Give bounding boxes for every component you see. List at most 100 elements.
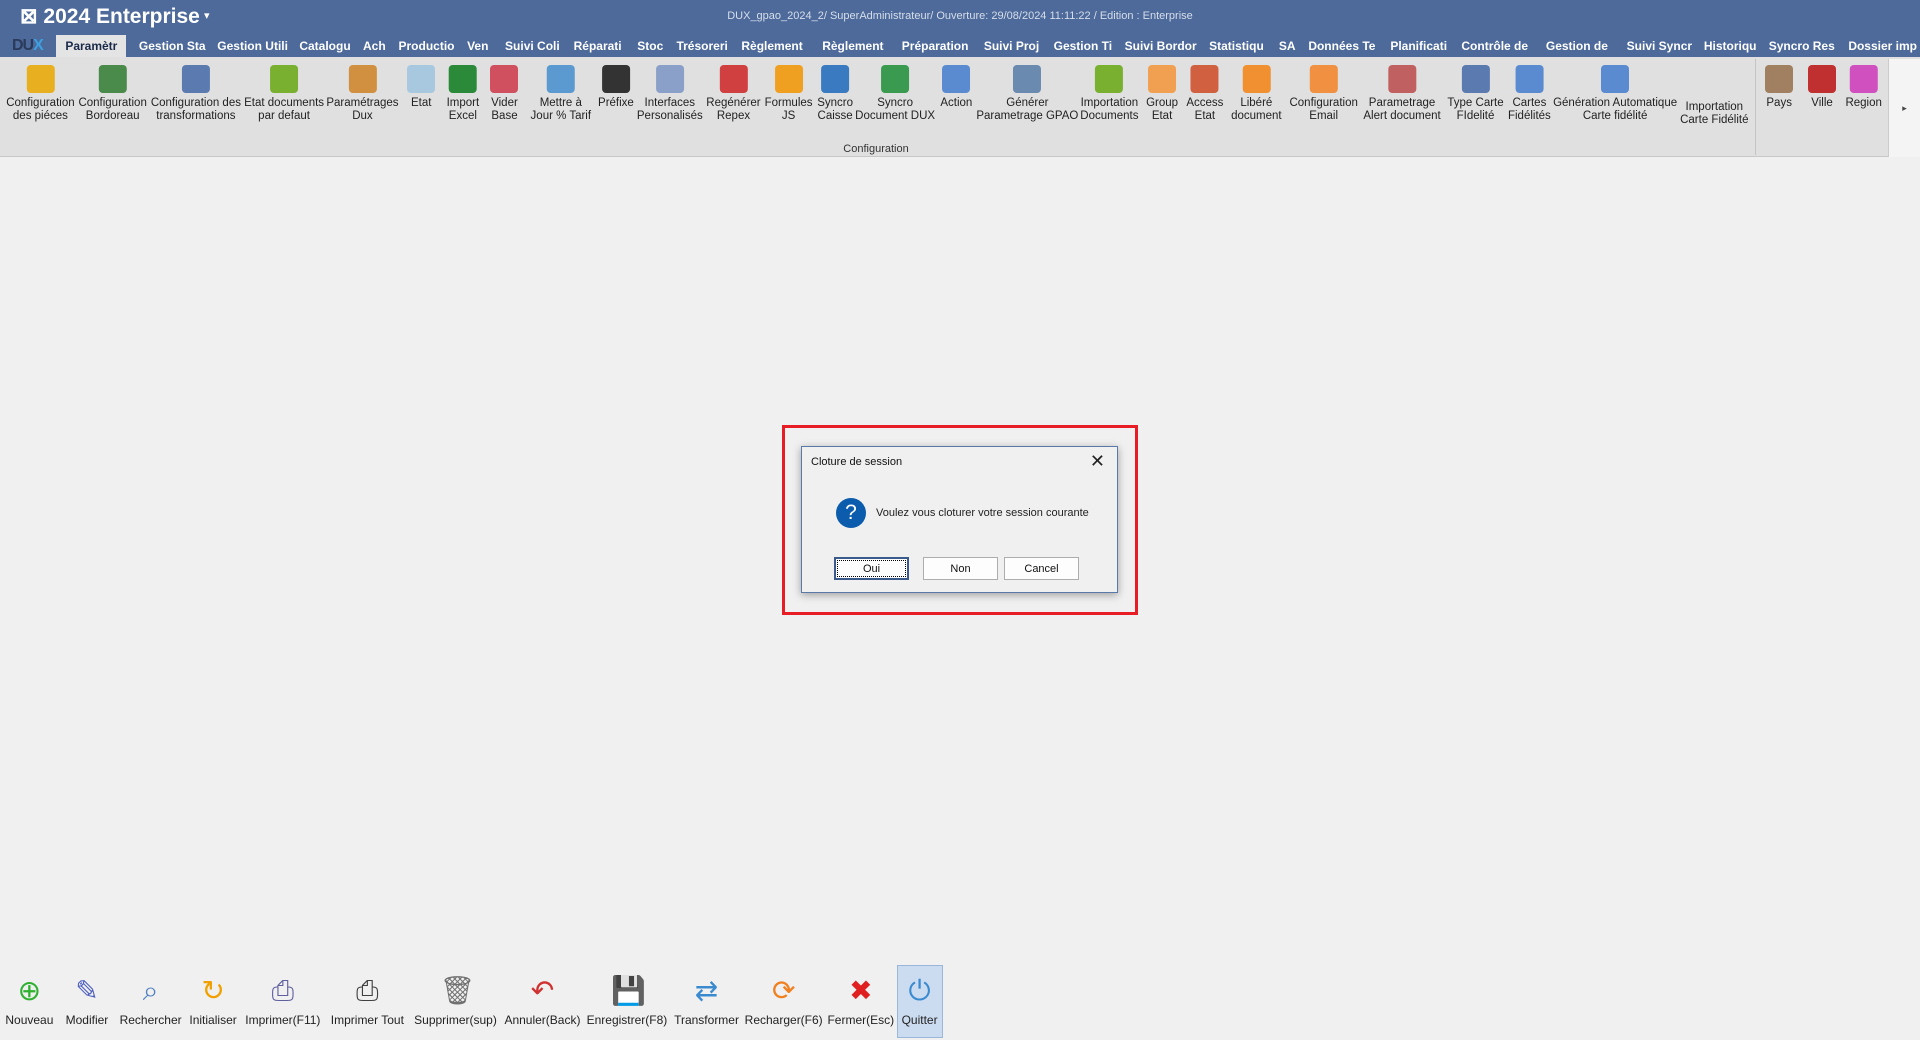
rechercher-button[interactable]: ⌕ Rechercher [120,975,182,1027]
fermer-esc-button[interactable]: ✖ Fermer(Esc) [827,975,894,1027]
network-icon [1190,65,1219,93]
tab-4[interactable]: Catalogu [296,35,353,57]
ribbon-button-1[interactable]: Configuration des piéces [6,65,75,123]
ribbon-button-8[interactable]: Vider Base [490,65,519,123]
ribbon-button-24[interactable]: Type Carte FIdelité [1447,65,1504,123]
tab-8[interactable]: Suivi Coli [502,35,563,57]
tab-27[interactable]: Dossier imp [1845,35,1920,57]
ribbon-button-23[interactable]: Parametrage Alert document [1363,65,1441,123]
question-icon: ? [836,498,866,528]
ribbon-button-13[interactable]: Formules JS [765,65,813,123]
ribbon-button-14[interactable]: Syncro Caisse [817,65,853,123]
ribbon-button-27[interactable]: Importation Carte Fidélité [1680,101,1748,127]
tab-5[interactable]: Ach [360,35,389,57]
toolbar-button-label: Recharger(F6) [744,1013,823,1027]
tab-25[interactable]: Historiqu [1701,35,1760,57]
tab-11[interactable]: Trésoreri [673,35,730,57]
ribbon-button-28[interactable]: Pays [1765,65,1794,110]
trash-icon: 🗑 [439,975,476,1006]
ribbon-button-label: Syncro Caisse [817,97,853,122]
tab-3[interactable]: Gestion Utili [214,35,291,57]
printer-icon: ⎙ [356,975,379,1006]
initialiser-button[interactable]: ↻ Initialiser [189,975,236,1027]
tab-1[interactable]: Paramètr [56,35,127,57]
tab-26[interactable]: Syncro Res [1766,35,1838,57]
no-button[interactable]: Non [923,557,998,580]
session-info: DUX_gpao_2024_2/ SuperAdministrateur/ Ou… [727,10,1193,22]
tab-17[interactable]: Suivi Bordor [1122,35,1200,57]
ribbon-button-label: Configuration des transformations [150,97,241,122]
plus-circle-icon: ⊕ [17,975,42,1006]
tab-16[interactable]: Gestion Ti [1051,35,1115,57]
ribbon-button-17[interactable]: Générer Parametrage GPAO [976,65,1078,123]
supprimer-sup-button[interactable]: 🗑 Supprimer(sup) [414,975,497,1027]
ribbon-button-21[interactable]: Libéré document [1231,65,1282,123]
tab-2[interactable]: Gestion Sta [136,35,209,57]
ribbon-separator [1755,59,1756,155]
ribbon-button-3[interactable]: Configuration des transformations [151,65,241,123]
modifier-button[interactable]: ✎ Modifier [66,975,109,1027]
tab-15[interactable]: Suivi Proj [981,35,1042,57]
ribbon-button-26[interactable]: Génération Automatique Carte fidélité [1553,65,1677,123]
recharger-f6-button[interactable]: ⟳ Recharger(F6) [745,975,823,1027]
transformer-button[interactable]: ⇄ Transformer [674,975,739,1027]
enregistrer-f8-button[interactable]: 💾 Enregistrer(F8) [587,975,668,1027]
tab-13[interactable]: Règlement [819,35,886,57]
ribbon-button-5[interactable]: Paramétrages Dux [326,65,399,123]
dialog-close-icon[interactable]: ✕ [1090,451,1105,472]
ribbon-button-label: Libéré document [1231,97,1282,122]
tab-14[interactable]: Préparation [899,35,972,57]
ribbon-button-label: Configuration des piéces [6,97,75,122]
annuler-back-button[interactable]: ↶ Annuler(Back) [504,975,580,1027]
ribbon-button-20[interactable]: Access Etat [1186,65,1223,123]
ribbon-button-label: Group Etat [1146,97,1179,122]
tab-12[interactable]: Règlement [738,35,805,57]
ribbon-button-label: Interfaces Personalisés [636,97,703,122]
ribbon-button-25[interactable]: Cartes Fidélités [1508,65,1551,123]
tab-20[interactable]: Données Te [1305,35,1378,57]
ribbon-button-22[interactable]: Configuration Email [1289,65,1358,123]
tab-9[interactable]: Réparati [571,35,625,57]
ribbon-button-2[interactable]: Configuration Bordoreau [78,65,147,123]
tab-10[interactable]: Stoc [634,35,666,57]
ribbon-button-12[interactable]: Regénérer Repex [706,65,761,123]
imprimer-f11-button[interactable]: ⎙ Imprimer(F11) [245,975,320,1027]
ribbon-button-label: Ville [1811,97,1833,109]
print-icon: ⎙ [271,975,295,1006]
cancel-button[interactable]: Cancel [1004,557,1079,580]
ribbon-button-15[interactable]: Syncro Document DUX [855,65,935,123]
tab-19[interactable]: SA [1276,35,1299,57]
ribbon-button-6[interactable]: Etat [407,65,436,110]
ribbon-button-18[interactable]: Importation Documents [1080,65,1138,123]
refresh-icon [546,65,575,93]
ribbon: Configuration ▸ Configuration des piéces… [0,57,1920,157]
yes-button[interactable]: Oui [834,557,909,580]
ribbon-button-29[interactable]: Ville [1808,65,1837,110]
quitter-button[interactable]: ⏻ Quitter [896,965,943,1038]
tab-21[interactable]: Planificati [1387,35,1450,57]
tab-24[interactable]: Suivi Syncr [1624,35,1695,57]
tab-22[interactable]: Contrôle de [1458,35,1531,57]
ribbon-button-4[interactable]: Etat documents par defaut [244,65,324,123]
ribbon-button-11[interactable]: Interfaces Personalisés [637,65,703,123]
imprimer-tout-button[interactable]: ⎙ Imprimer Tout [331,975,404,1027]
tab-7[interactable]: Ven [464,35,491,57]
ribbon-button-label: Cartes Fidélités [1507,97,1551,122]
tab-18[interactable]: Statistiqu [1206,35,1267,57]
close-icon: ✖ [849,975,873,1006]
ribbon-scroll-right-icon[interactable]: ▸ [1888,59,1920,157]
nouveau-button[interactable]: ⊕ Nouveau [5,975,53,1027]
save-icon: 💾 [610,975,646,1006]
toolbar-button-label: Nouveau [5,1013,54,1027]
ribbon-button-10[interactable]: Préfixe [598,65,634,110]
ribbon-button-7[interactable]: Import Excel [447,65,479,123]
settings-table-icon [1388,65,1417,93]
ribbon-button-label: Type Carte FIdelité [1447,97,1504,122]
tab-23[interactable]: Gestion de [1543,35,1611,57]
ribbon-button-30[interactable]: Region [1845,65,1882,110]
ribbon-button-9[interactable]: Mettre à Jour % Tarif [531,65,591,123]
ribbon-button-16[interactable]: Action [940,65,972,110]
tab-6[interactable]: Productio [396,35,458,57]
ribbon-button-label: Parametrage Alert document [1363,97,1441,122]
ribbon-button-19[interactable]: Group Etat [1146,65,1178,123]
